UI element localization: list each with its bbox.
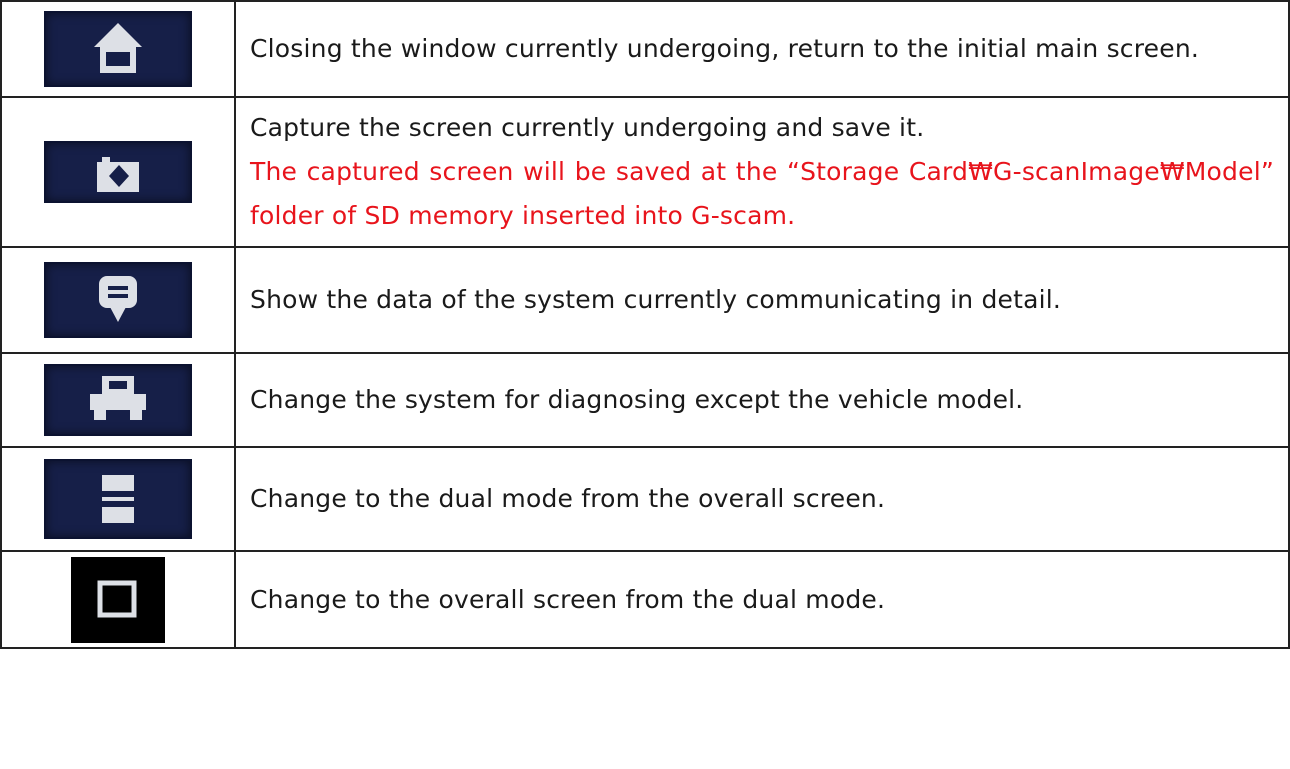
icon-description-table: Closing the window currently undergoing,… — [0, 0, 1290, 649]
home-icon[interactable] — [44, 11, 192, 87]
table-row: Change to the overall screen from the du… — [0, 550, 1290, 649]
icon-cell — [0, 550, 236, 649]
capture-description: Capture the screen currently undergoing … — [250, 113, 925, 142]
capture-save-location-note: The captured screen will be saved at the… — [250, 157, 1274, 230]
speech-bubble-icon[interactable] — [44, 262, 192, 338]
icon-cell — [0, 446, 236, 552]
table-row: Show the data of the system currently co… — [0, 246, 1290, 354]
icon-cell — [0, 0, 236, 98]
table-row: Change to the dual mode from the overall… — [0, 446, 1290, 552]
icon-cell — [0, 246, 236, 354]
camera-icon[interactable] — [44, 141, 192, 203]
icon-cell — [0, 96, 236, 248]
icon-cell — [0, 352, 236, 448]
table-row: Closing the window currently undergoing,… — [0, 0, 1290, 98]
row-description: Closing the window currently undergoing,… — [234, 0, 1290, 98]
row-description: Show the data of the system currently co… — [234, 246, 1290, 354]
row-description: Change to the dual mode from the overall… — [234, 446, 1290, 552]
table-row: Change the system for diagnosing except … — [0, 352, 1290, 448]
vehicle-icon[interactable] — [44, 364, 192, 436]
row-description: Change to the overall screen from the du… — [234, 550, 1290, 649]
full-screen-icon[interactable] — [71, 556, 165, 643]
row-description: Change the system for diagnosing except … — [234, 352, 1290, 448]
row-description: Capture the screen currently undergoing … — [234, 96, 1290, 248]
dual-mode-icon[interactable] — [44, 459, 192, 539]
table-row: Capture the screen currently undergoing … — [0, 96, 1290, 248]
